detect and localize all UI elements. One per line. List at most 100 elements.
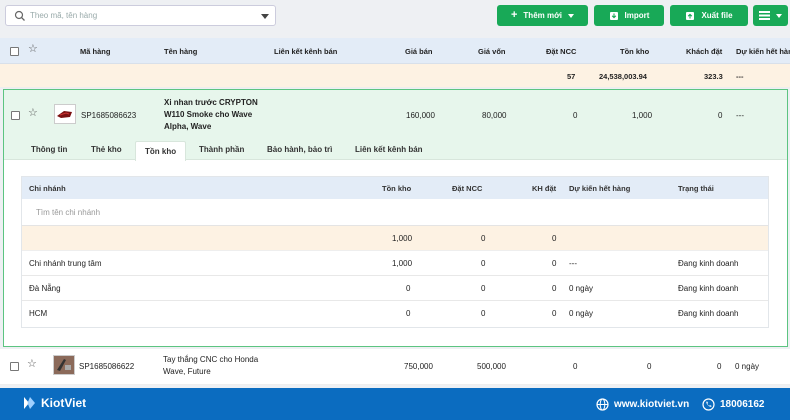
product-price: 160,000 [406,111,435,120]
product-out-of-stock: --- [736,111,744,120]
branch-supplier-order: 0 [481,309,486,318]
tab-sales-channels[interactable]: Liên kết kênh bán [355,145,423,154]
branch-total-customer-order: 0 [552,234,557,243]
branch-total-supplier-order: 0 [481,234,486,243]
col-header-supplier-order[interactable]: Đặt NCC [546,47,576,56]
col-header-name[interactable]: Tên hàng [164,47,197,56]
row-checkbox[interactable] [10,362,19,371]
tab-info[interactable]: Thông tin [31,145,67,154]
search-dropdown-chevron-icon[interactable] [261,14,269,19]
search-input[interactable] [30,8,260,23]
product-cost: 500,000 [477,362,506,371]
branch-out-of-stock: --- [569,259,577,268]
plus-icon: + [510,9,518,21]
footer-bar: KiotViet www.kiotviet.vn 18006162 [0,388,790,420]
col-header-branch: Chi nhánh [29,184,66,193]
branch-status: Đang kinh doanh [678,284,739,293]
add-new-button[interactable]: + Thêm mới [497,5,588,26]
product-customer-order: 0 [718,111,723,120]
branch-stock: 0 [406,309,411,318]
branch-customer-order: 0 [552,259,557,268]
branch-customer-order: 0 [552,309,557,318]
product-out-of-stock: 0 ngày [735,362,760,371]
website-link[interactable]: www.kiotviet.vn [596,398,689,411]
table-row: Đà Nẵng 0 0 0 0 ngày Đang kinh doanh [22,276,768,301]
col-header-cost[interactable]: Giá vốn [478,47,506,56]
list-view-icon [759,11,770,20]
chevron-down-icon [776,13,782,18]
product-name: Tay thắng CNC cho Honda Wave, Future [163,355,259,376]
branch-search-input[interactable] [36,206,236,219]
branch-name: Chi nhánh trung tâm [29,259,102,268]
export-file-button[interactable]: Xuất file [670,5,748,26]
tab-inventory[interactable]: Tồn kho [135,141,187,161]
branch-table-header: Chi nhánh Tồn kho Đặt NCC KH đặt Dự kiến… [22,177,768,199]
branch-out-of-stock: 0 ngày [569,309,594,318]
star-icon[interactable]: ☆ [28,44,38,55]
branch-name: HCM [29,309,48,318]
product-stock: 1,000 [632,111,653,120]
col-header-branch-supplier-order: Đặt NCC [452,184,483,193]
summary-row: 57 24,538,003.94 323.3 --- [0,64,790,88]
summary-stock: 24,538,003.94 [599,72,647,81]
col-header-code[interactable]: Mã hàng [80,47,110,56]
product-code: SP1685086623 [81,111,137,120]
star-icon[interactable]: ☆ [28,108,38,119]
phone-icon [702,398,715,411]
col-header-branch-customer-order: KH đặt [532,184,557,193]
tab-components[interactable]: Thành phần [199,145,244,154]
col-header-channel[interactable]: Liên kết kênh bán [274,47,337,56]
export-icon [686,11,695,20]
col-header-customer-order[interactable]: Khách đặt [686,47,722,56]
kiotviet-logo-icon [24,397,35,409]
product-stock: 0 [647,362,652,371]
table-row[interactable]: ☆ SP1685086622 Tay thắng CNC cho Honda W… [0,349,790,385]
product-supplier-order: 0 [573,362,578,371]
detail-tabs: Thông tin Thẻ kho Tồn kho Thành phần Bảo… [4,140,787,161]
search-icon [14,10,25,21]
branch-out-of-stock: 0 ngày [569,284,594,293]
col-header-branch-stock: Tồn kho [382,184,412,193]
table-row: Chi nhánh trung tâm 1,000 0 0 --- Đang k… [22,251,768,276]
col-header-out-of-stock[interactable]: Dự kiến hết hàng [736,47,790,56]
summary-out-of-stock: --- [736,72,744,81]
branch-stock: 1,000 [392,259,413,268]
star-icon[interactable]: ☆ [27,359,37,370]
branch-status: Đang kinh doanh [678,259,739,268]
product-table-header: ☆ Mã hàng Tên hàng Liên kết kênh bán Giá… [0,38,790,64]
table-row[interactable]: ☆ SP1685086623 Xi nhan trước CRYPTON W11… [4,90,787,140]
branch-stock: 0 [406,284,411,293]
branch-supplier-order: 0 [481,259,486,268]
col-header-stock[interactable]: Tồn kho [620,47,649,56]
col-header-price[interactable]: Giá bán [405,47,433,56]
col-header-branch-status: Trạng thái [678,184,714,193]
tab-stock-card[interactable]: Thẻ kho [91,145,122,154]
select-all-checkbox[interactable] [10,47,19,56]
product-supplier-order: 0 [573,111,578,120]
row-checkbox[interactable] [11,111,20,120]
import-button[interactable]: Import [594,5,664,26]
product-search-box[interactable] [5,5,276,26]
table-row: HCM 0 0 0 0 ngày Đang kinh doanh [22,301,768,326]
add-new-label: Thêm mới [523,11,563,20]
branch-total-row: 1,000 0 0 [22,226,768,251]
product-thumbnail [54,104,76,124]
branch-stock-table: Chi nhánh Tồn kho Đặt NCC KH đặt Dự kiến… [21,176,769,328]
branch-supplier-order: 0 [481,284,486,293]
branch-search-row [22,199,768,226]
hotline-text: 18006162 [720,399,765,410]
product-cost: 80,000 [482,111,507,120]
product-price: 750,000 [404,362,433,371]
branch-customer-order: 0 [552,284,557,293]
product-customer-order: 0 [717,362,722,371]
column-view-button[interactable] [753,5,788,26]
brand-name: KiotViet [41,396,87,410]
summary-supplier-order: 57 [567,72,576,81]
tab-warranty[interactable]: Bảo hành, bảo trì [267,145,332,154]
globe-icon [596,398,609,411]
product-name: Xi nhan trước CRYPTON W110 Smoke cho Wav… [164,98,258,131]
expanded-product-panel: ☆ SP1685086623 Xi nhan trước CRYPTON W11… [3,89,788,347]
hotline-link[interactable]: 18006162 [702,398,765,411]
branch-name: Đà Nẵng [29,284,61,293]
product-code: SP1685086622 [79,362,135,371]
